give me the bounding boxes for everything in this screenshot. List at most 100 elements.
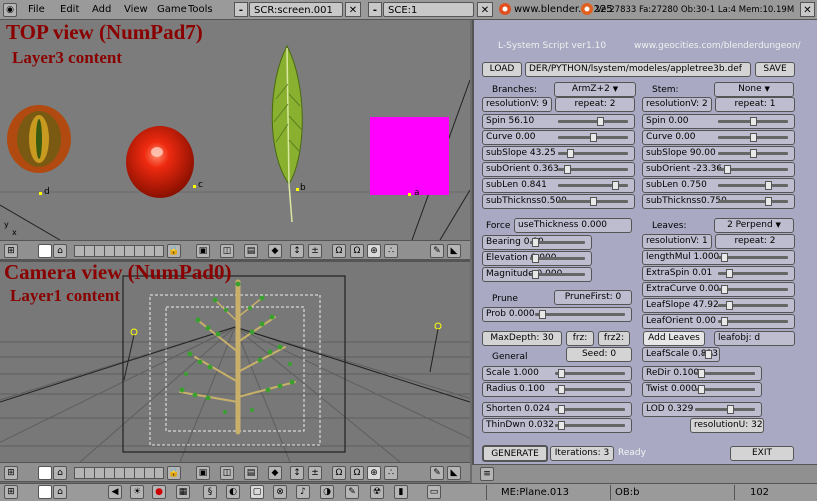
stem-slider-4-knob[interactable] (765, 181, 773, 190)
leaf-slider-1-knob[interactable] (725, 269, 733, 278)
perspective-icon[interactable]: ◫ (220, 244, 234, 258)
stem-slider-2-knob[interactable] (749, 149, 757, 158)
leaf-slider-4-knob[interactable] (721, 317, 729, 326)
mesh-name-field[interactable]: ME:Plane.013 (486, 485, 606, 500)
branches-slider-3[interactable]: subOrient 0.363 (482, 162, 635, 177)
scale-icon[interactable]: ◣ (447, 244, 461, 258)
force-slider-1-knob[interactable] (532, 254, 540, 263)
misc-slider-2[interactable]: LOD 0.329 (642, 402, 762, 417)
view-icon[interactable]: ▣ (196, 244, 210, 258)
force-slider-1[interactable]: Elevation 0.000 (482, 251, 592, 266)
leaves-repeat-field[interactable]: repeat: 2 (715, 234, 795, 249)
leaves-select[interactable]: 2 Perpend ▼ (714, 218, 794, 233)
frame-number-field[interactable]: 102 (734, 485, 784, 500)
paint-buttons-icon[interactable]: ✎ (345, 485, 359, 499)
snap-icon[interactable]: ⊕ (367, 244, 381, 258)
fullscreen-toggle-icon[interactable] (38, 466, 52, 480)
menu-add[interactable]: Add (92, 2, 111, 18)
leaves-resolutionv-field[interactable]: resolutionV: 1 (642, 234, 712, 249)
editor-type-icon[interactable]: ⊞ (4, 244, 18, 258)
branches-repeat-field[interactable]: repeat: 2 (555, 97, 635, 112)
orbit-icon[interactable]: Ω (350, 244, 364, 258)
lock-icon[interactable]: 🔒 (167, 466, 181, 480)
view-buttons-icon[interactable]: ◀ (108, 485, 122, 499)
window-close-button[interactable]: ✕ (800, 2, 815, 17)
paint-icon[interactable]: ✎ (430, 244, 444, 258)
prob-slider-knob[interactable] (539, 310, 547, 319)
layer-buttons[interactable] (74, 467, 164, 479)
tri-icon[interactable]: ∴ (384, 466, 398, 480)
texture-buttons-icon[interactable]: ▦ (176, 485, 190, 499)
general-slider-0-knob[interactable] (558, 369, 566, 378)
edit-buttons-icon[interactable]: ▢ (250, 485, 264, 499)
menu-tools[interactable]: Tools (188, 2, 213, 18)
scale-icon[interactable]: ◣ (447, 466, 461, 480)
zoom-icon[interactable]: ± (308, 466, 322, 480)
camera-icon[interactable]: ◫ (220, 466, 234, 480)
stem-slider-1[interactable]: Curve 0.00 (642, 130, 795, 145)
menu-view[interactable]: View (124, 2, 148, 18)
branches-slider-3-knob[interactable] (564, 165, 572, 174)
general-slider-3-knob[interactable] (558, 421, 566, 430)
leafscale-slider-knob[interactable] (704, 350, 712, 359)
save-button[interactable]: SAVE (755, 62, 795, 77)
leaf-slider-4[interactable]: LeafOrient 0.00 (642, 314, 795, 329)
home-icon[interactable]: ⌂ (53, 466, 67, 480)
leaf-slider-2[interactable]: ExtraCurve 0.00 (642, 282, 795, 297)
stem-select[interactable]: None ▼ (714, 82, 794, 97)
view-icon[interactable]: ▣ (196, 466, 210, 480)
force-mode-select[interactable]: useThickness 0.000 (514, 218, 632, 233)
menu-edit[interactable]: Edit (60, 2, 79, 18)
stem-slider-3-knob[interactable] (724, 165, 732, 174)
pivot-icon[interactable]: ◆ (268, 466, 282, 480)
force-slider-0[interactable]: Bearing 0.00 (482, 235, 592, 250)
screen-close-button[interactable]: ✕ (345, 2, 361, 17)
radiosity-buttons-icon[interactable]: ☢ (370, 485, 384, 499)
editor-type-icon[interactable]: ⊞ (4, 466, 18, 480)
branches-slider-5-knob[interactable] (589, 197, 597, 206)
material-buttons-icon[interactable]: ● (152, 485, 166, 499)
rotate-icon[interactable]: Ω (332, 244, 346, 258)
branches-slider-1-knob[interactable] (589, 133, 597, 142)
menu-game[interactable]: Game (157, 2, 187, 18)
cut-apple-object[interactable] (4, 102, 74, 177)
general-slider-1[interactable]: Radius 0.100 (482, 382, 632, 397)
misc-slider-0-knob[interactable] (697, 369, 705, 378)
home-icon[interactable]: ⌂ (53, 485, 67, 499)
stem-slider-5[interactable]: subThicknss0.750 (642, 194, 795, 209)
misc-slider-1-knob[interactable] (697, 385, 705, 394)
screen-browse-button[interactable]: - (234, 2, 248, 17)
lock-icon[interactable]: 🔒 (167, 244, 181, 258)
branches-resolutionv-field[interactable]: resolutionV: 9 (482, 97, 552, 112)
move-icon[interactable]: ↕ (290, 466, 304, 480)
paint-icon[interactable]: ✎ (430, 466, 444, 480)
stem-slider-0[interactable]: Spin 0.00 (642, 114, 795, 129)
exit-button[interactable]: EXIT (730, 446, 794, 461)
stem-slider-1-knob[interactable] (749, 133, 757, 142)
general-slider-2[interactable]: Shorten 0.024 (482, 402, 632, 417)
apple-object[interactable] (122, 124, 198, 200)
zoom-icon[interactable]: ± (308, 244, 322, 258)
general-slider-0[interactable]: Scale 1.000 (482, 366, 632, 381)
rotate-icon[interactable]: Ω (332, 466, 346, 480)
display-buttons-icon[interactable]: ▭ (427, 485, 441, 499)
seed-field[interactable]: Seed: 0 (566, 347, 632, 362)
branches-slider-2[interactable]: subSlope 43.25 (482, 146, 635, 161)
stem-slider-2[interactable]: subSlope 90.00 (642, 146, 795, 161)
leaf-slider-0[interactable]: lengthMul 1.000 (642, 250, 795, 265)
frz-button[interactable]: frz: (566, 331, 594, 346)
general-slider-1-knob[interactable] (558, 385, 566, 394)
branches-slider-4[interactable]: subLen 0.841 (482, 178, 635, 193)
branches-slider-0-knob[interactable] (597, 117, 605, 126)
stem-slider-3[interactable]: subOrient -23.36 (642, 162, 795, 177)
fullscreen-toggle-icon[interactable] (38, 244, 52, 258)
magenta-plane-object[interactable] (370, 117, 449, 195)
blender-logo-icon[interactable]: ◉ (3, 3, 17, 17)
load-button[interactable]: LOAD (482, 62, 522, 77)
force-slider-0-knob[interactable] (532, 238, 540, 247)
force-slider-2[interactable]: Magnitude 0.000 (482, 267, 592, 282)
generate-button[interactable]: GENERATE (482, 445, 548, 462)
branches-slider-1[interactable]: Curve 0.00 (482, 130, 635, 145)
tri-icon[interactable]: ∴ (384, 244, 398, 258)
frz2-button[interactable]: frz2: (598, 331, 630, 346)
